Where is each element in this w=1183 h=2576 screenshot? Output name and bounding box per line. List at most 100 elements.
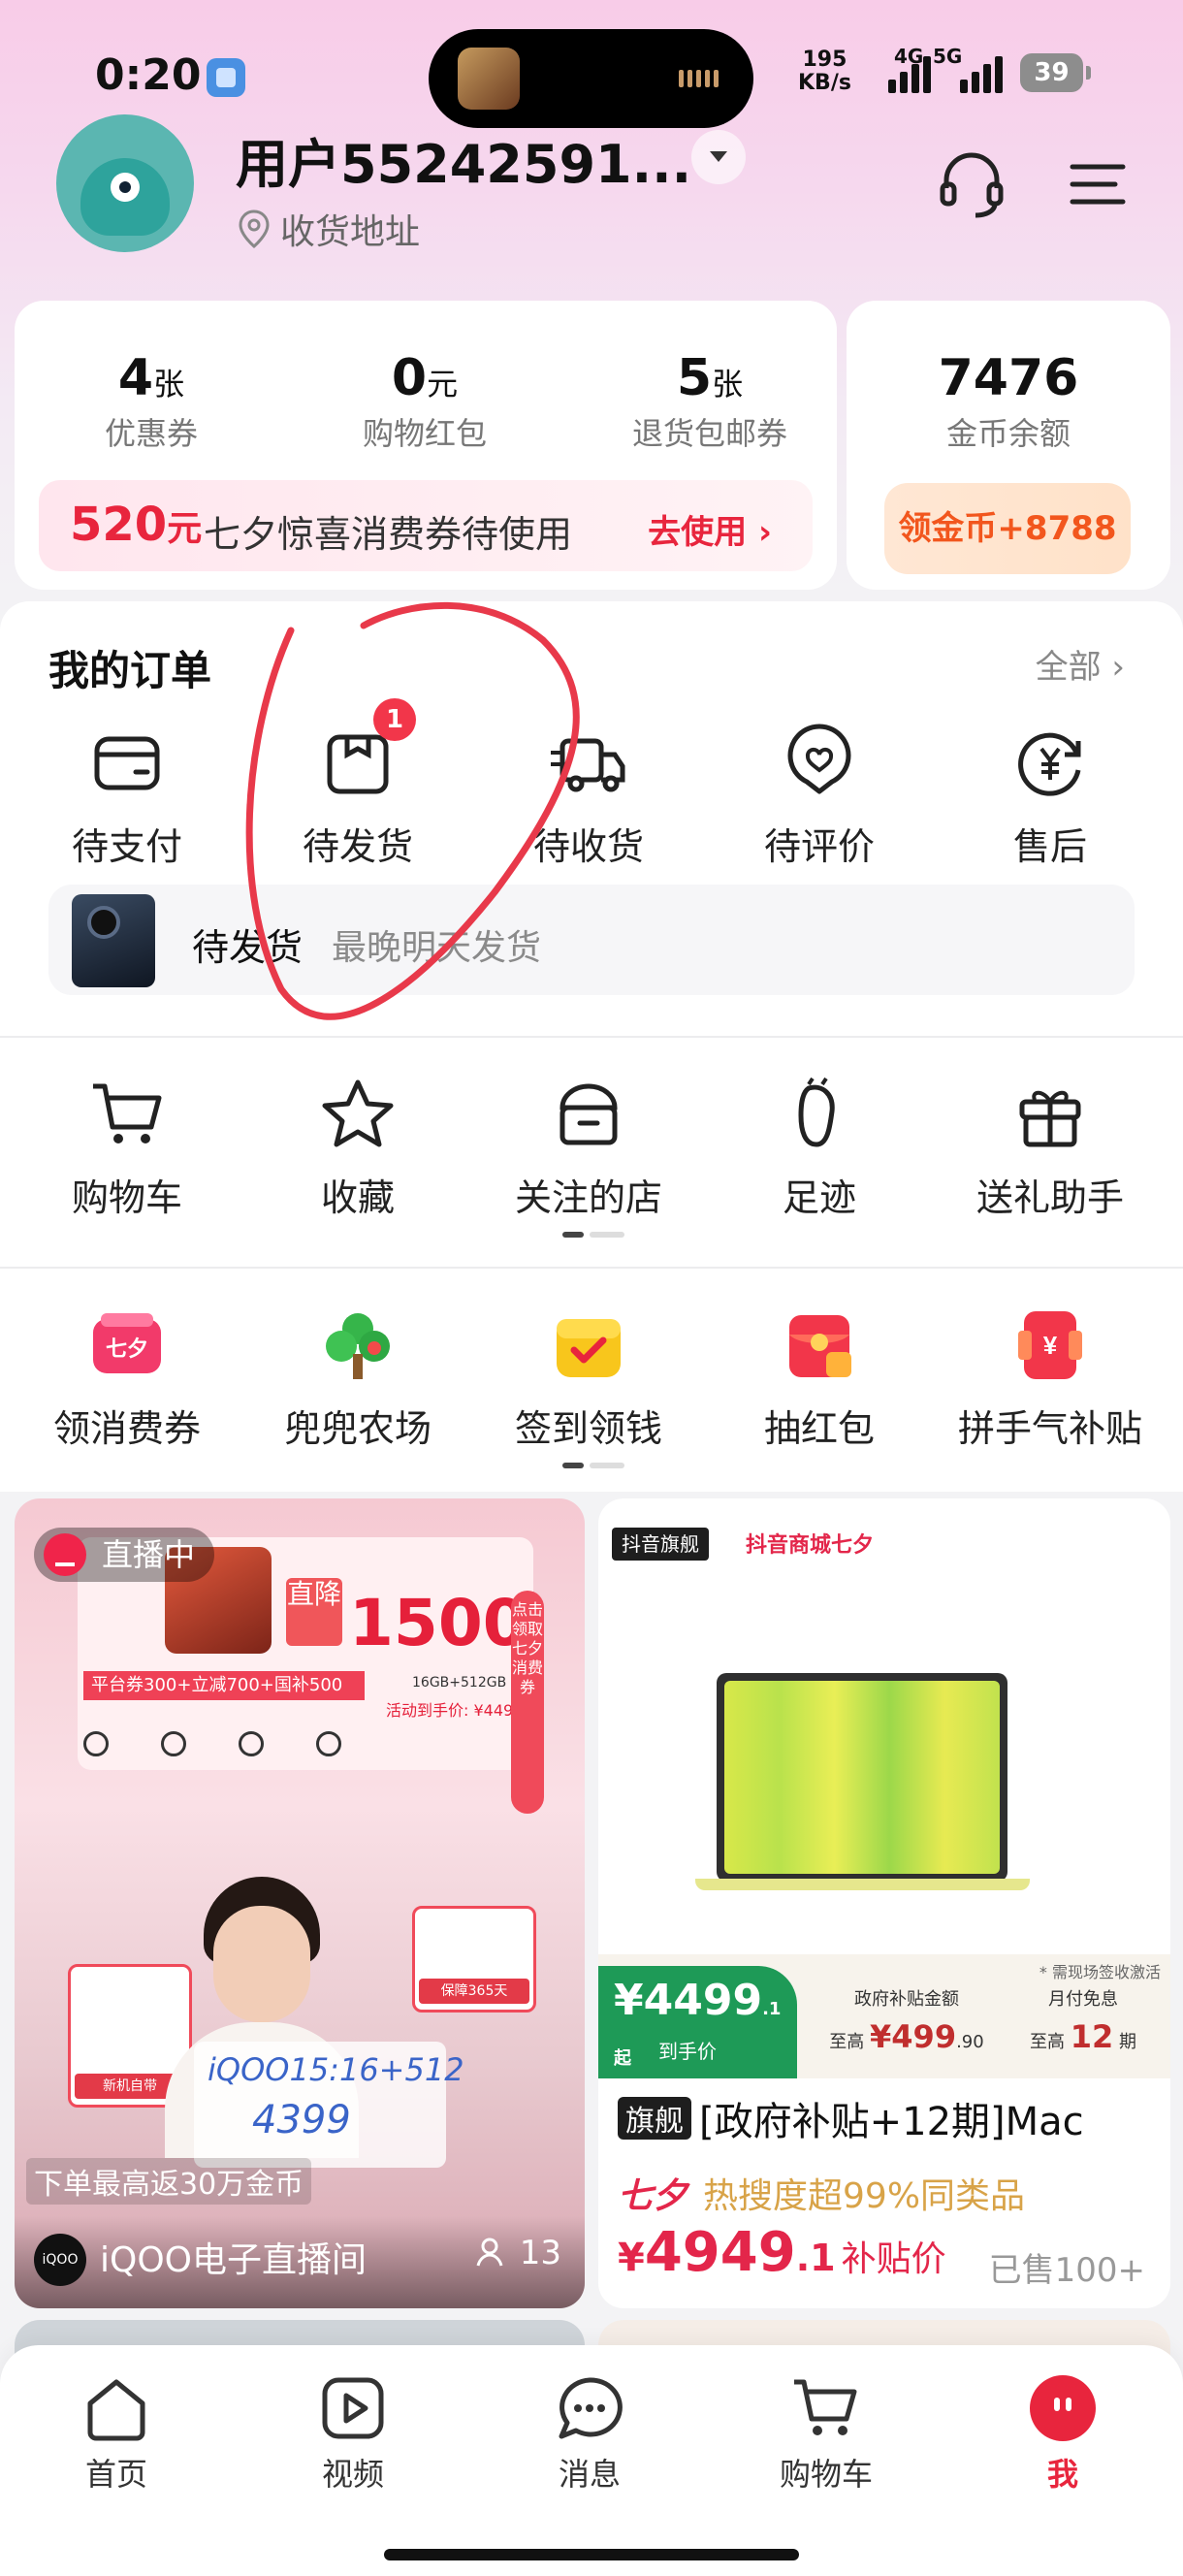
handwritten-board: iQOO15:16+512 4399 [194,2042,464,2168]
tab-messages[interactable]: 消息 [493,2372,687,2495]
tab-label: 首页 [84,2456,147,2493]
network-speed-unit: KB/s [798,71,851,95]
pending-order-preview[interactable]: 待发货 最晚明天发货 [48,885,1135,995]
activity-lucky-subsidy[interactable]: ¥ 拼手气补贴 [935,1305,1166,1452]
tool-label: 收藏 [320,1176,395,1219]
room-name: iQOO电子直播间 [100,2240,368,2280]
tool-cart[interactable]: 购物车 [12,1075,242,1221]
mall-tag: 抖音商城七夕 [746,1533,875,1558]
activities-row: 七夕 领消费券 兜兜农场 签到领钱 抽红包 ¥ 拼手气补贴 [12,1305,1166,1452]
heart-chat-icon [780,724,859,803]
coupons-label: 优惠券 [104,415,198,452]
return-coupons-value: 5 [676,349,713,407]
video-icon [317,2372,389,2444]
tool-label: 购物车 [71,1176,182,1219]
red-packets-value: 0 [391,349,428,407]
activity-label: 拼手气补贴 [957,1407,1142,1450]
service-icons [83,1731,341,1756]
product-card[interactable]: 抖音旗舰 抖音商城七夕 ¥4499.1 起 到手价 政府补贴金额 至高 ¥499… [598,1498,1170,2308]
hot-brand: 七夕 [618,2176,688,2216]
screen-warranty-card: 保障365天 [412,1906,536,2012]
username[interactable]: 用户55242591... [236,121,691,198]
use-coupon-button[interactable]: 去使用 › [648,505,772,553]
dynamic-island[interactable] [429,29,753,128]
truck-icon [549,724,628,803]
app-notification-icon [207,58,245,97]
avatar-eye [111,173,140,202]
network-speed-value: 195 [802,48,847,72]
network-speed: 195 KB/s [798,48,851,95]
order-pending-shipment[interactable]: 待发货 [242,724,473,870]
collect-coins-button[interactable]: 领金币+8788 [884,483,1131,574]
subsidy-price: ¥4949.1 补贴价 [618,2221,946,2284]
home-icon [80,2372,152,2444]
hot-text: 热搜度超99%同类品 [703,2176,1026,2216]
customer-service-icon[interactable] [933,145,1010,223]
activity-coupons[interactable]: 七夕 领消费券 [12,1305,242,1452]
avatar[interactable] [56,114,194,252]
live-badge-label: 直播中 [102,1536,196,1573]
wallet-icon [87,724,167,803]
coins-stat[interactable]: 7476 金币余额 [911,349,1105,454]
viewer-icon [476,2238,503,2267]
tool-followed-stores[interactable]: 关注的店 [473,1075,704,1221]
installment-prefix: 至高 [1030,2032,1065,2052]
promo-amount-value: 520 [70,498,168,552]
all-orders-label: 全部 [1035,648,1102,687]
order-pending-receipt[interactable]: 待收货 [473,724,704,870]
pending-order-note: 最晚明天发货 [332,928,542,968]
red-packets-stat[interactable]: 0元 购物红包 [328,349,522,454]
tool-gift-assistant[interactable]: 送礼助手 [935,1075,1166,1221]
activity-farm[interactable]: 兜兜农场 [242,1305,473,1452]
promo-text: 七夕惊喜消费券待使用 [204,513,573,556]
tab-me[interactable]: 我 [966,2372,1160,2495]
tab-cart[interactable]: 购物车 [729,2372,923,2495]
tab-label: 我 [1046,2456,1078,2493]
svg-text:¥: ¥ [1043,1331,1058,1360]
tab-home[interactable]: 首页 [19,2372,213,2495]
room-avatar: iQOO [34,2234,86,2286]
live-room-bar[interactable]: iQOO iQOO电子直播间 13 [15,2216,585,2308]
coupons-stat[interactable]: 4张 优惠券 [54,349,248,454]
order-status-label: 售后 [1012,825,1087,868]
message-icon [554,2372,625,2444]
footprint-icon [780,1075,859,1154]
svg-text:七夕: 七夕 [106,1336,148,1361]
product-thumbnail [72,894,155,987]
location-pin-icon [239,209,270,248]
tool-label: 送礼助手 [975,1176,1124,1219]
coupons-value: 4 [117,349,154,407]
return-coupons-stat[interactable]: 5张 退货包邮券 [603,349,816,454]
chevron-down-icon[interactable] [691,130,746,184]
gov-subsidy-suffix: .90 [956,2032,984,2052]
activity-label: 领消费券 [52,1407,201,1450]
activity-checkin[interactable]: 签到领钱 [473,1305,704,1452]
order-status-label: 待评价 [763,825,875,868]
laptop-image [717,1673,1007,1882]
price-integer: 4949 [644,2221,796,2284]
cart-icon [87,1075,167,1154]
menu-icon[interactable] [1059,145,1136,223]
tool-favorites[interactable]: 收藏 [242,1075,473,1221]
return-coupons-label: 退货包邮券 [631,415,787,452]
order-pending-payment[interactable]: 待支付 [12,724,242,870]
order-after-sales[interactable]: 售后 [935,724,1166,870]
hand-price-block: ¥4499.1 起 到手价 [598,1966,797,2078]
red-envelope-icon [780,1305,859,1385]
tool-footprints[interactable]: 足迹 [704,1075,935,1221]
red-packets-label: 购物红包 [362,415,487,452]
order-status-label: 待支付 [71,825,182,868]
title-flag: 旗舰 [618,2097,691,2140]
order-pending-review[interactable]: 待评价 [704,724,935,870]
tab-video[interactable]: 视频 [256,2372,450,2495]
use-coupon-label: 去使用 [648,513,748,552]
home-indicator[interactable] [384,2549,799,2560]
all-orders-link[interactable]: 全部 › [1036,640,1125,688]
coin-rebate-text: 下单最高返30万金币 [26,2158,312,2205]
promo-amount: 520元 [70,498,202,552]
qixi-coupon-banner[interactable]: 520元 七夕惊喜消费券待使用 去使用 › [39,480,813,571]
host-face [213,1906,310,2022]
address-link[interactable]: 收货地址 [238,204,420,254]
activity-red-envelope[interactable]: 抽红包 [704,1305,935,1452]
live-stream-card[interactable]: 直降 1500 平台券300+立减700+国补500 16GB+512GB 活动… [15,1498,585,2308]
